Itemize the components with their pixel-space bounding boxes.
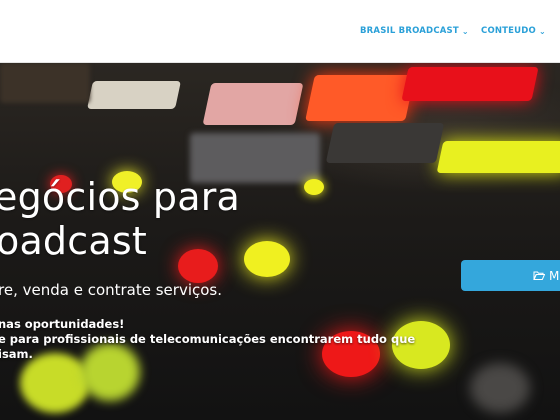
- hero-banner: egócios para oadcast re, venda e contrat…: [0, 63, 560, 420]
- nav-item-conteudo[interactable]: CONTEUDO ⌄: [481, 26, 546, 36]
- hero-title-line-2: oadcast: [0, 219, 147, 263]
- hero-description: nas oportunidades! e para profissionais …: [0, 317, 418, 362]
- nav-item-brasil-broadcast[interactable]: BRASIL BROADCAST ⌄: [360, 26, 469, 36]
- folder-open-icon: [533, 271, 545, 280]
- cta-button-label: M: [549, 268, 560, 283]
- nav-item-label: CONTEUDO: [481, 26, 536, 36]
- hero-title-line-1: egócios para: [0, 175, 241, 219]
- hero-description-line-2: e para profissionais de telecomunicações…: [0, 332, 416, 346]
- cta-button[interactable]: M: [461, 260, 560, 291]
- chevron-down-icon: ⌄: [461, 26, 469, 36]
- chevron-down-icon: ⌄: [538, 26, 546, 36]
- top-navbar: BRASIL BROADCAST ⌄ CONTEUDO ⌄: [0, 0, 560, 63]
- hero-title: egócios para oadcast: [0, 175, 240, 263]
- nav-item-label: BRASIL BROADCAST: [360, 26, 459, 36]
- hero-description-line-3: isam.: [0, 347, 33, 361]
- hero-subtitle: re, venda e contrate serviços.: [0, 281, 223, 299]
- hero-description-line-1: nas oportunidades!: [0, 317, 125, 331]
